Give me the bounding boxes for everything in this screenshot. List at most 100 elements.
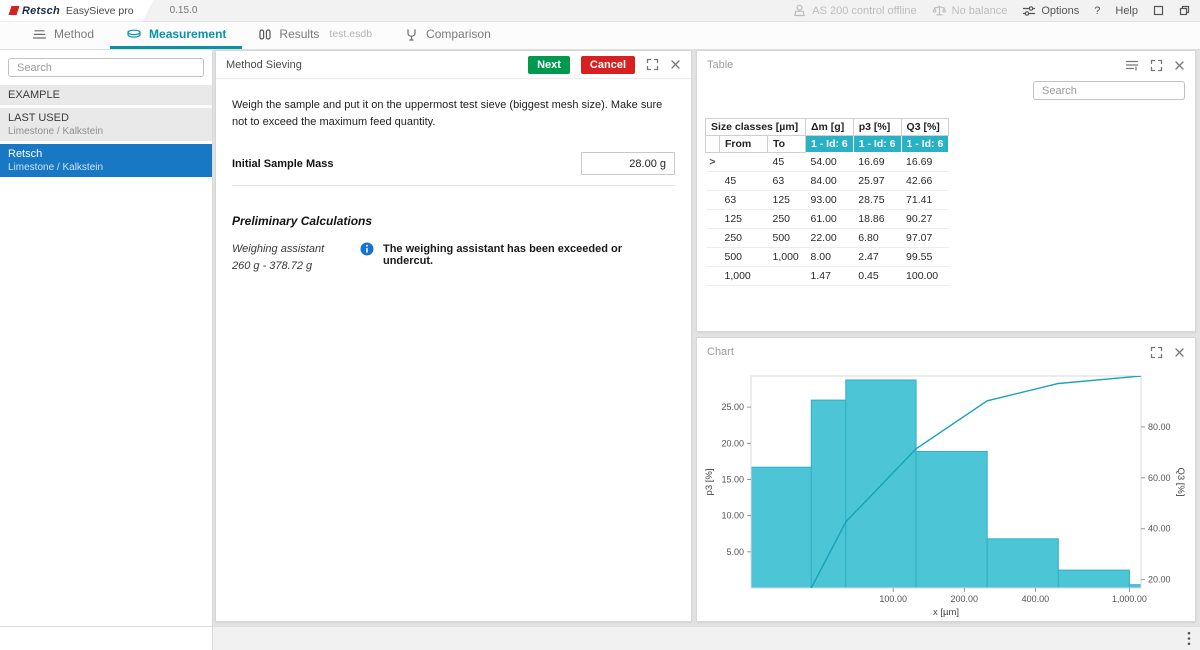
svg-text:20.00: 20.00 bbox=[721, 438, 744, 448]
weighing-assistant-range: 260 g - 378.72 g bbox=[232, 258, 344, 275]
svg-text:60.00: 60.00 bbox=[1148, 473, 1171, 483]
more-options-button[interactable] bbox=[1187, 631, 1191, 646]
table-row[interactable]: > 45 54.00 16.69 16.69 bbox=[706, 153, 949, 172]
svg-text:100.00: 100.00 bbox=[879, 594, 907, 604]
cell-from: 500 bbox=[720, 248, 768, 267]
series-id-cell[interactable]: 1 - Id: 6 bbox=[806, 136, 854, 153]
right-column: Table bbox=[696, 50, 1196, 622]
chart-close-button[interactable] bbox=[1174, 347, 1185, 358]
cell-from: 250 bbox=[720, 229, 768, 248]
table-fullscreen-button[interactable] bbox=[1150, 59, 1163, 72]
col-header-dm[interactable]: Δm [g] bbox=[806, 119, 854, 136]
app-version: 0.15.0 bbox=[170, 5, 198, 16]
svg-text:Q3 [%]: Q3 [%] bbox=[1175, 467, 1186, 496]
method-close-button[interactable] bbox=[670, 59, 681, 70]
chart-fullscreen-button[interactable] bbox=[1150, 346, 1163, 359]
cell-to: 45 bbox=[768, 153, 806, 172]
tab-measurement[interactable]: Measurement bbox=[110, 22, 242, 49]
row-selector-marker[interactable] bbox=[706, 172, 720, 191]
tab-results[interactable]: Results test.esdb bbox=[242, 22, 388, 49]
logo-tab: Retsch EasySieve pro bbox=[0, 0, 154, 22]
weighing-warning: The weighing assistant has been exceeded… bbox=[360, 241, 675, 275]
initial-sample-mass-input[interactable] bbox=[581, 152, 675, 175]
options-button[interactable]: Options bbox=[1022, 5, 1079, 17]
tab-comparison[interactable]: Comparison bbox=[388, 22, 507, 49]
table-row[interactable]: 250 500 22.00 6.80 97.07 bbox=[706, 229, 949, 248]
col-header-from[interactable]: From bbox=[720, 136, 768, 153]
table-options-button[interactable] bbox=[1125, 59, 1139, 71]
col-header-p3[interactable]: p3 [%] bbox=[853, 119, 901, 136]
selector-column-header bbox=[706, 136, 720, 153]
sieve-machine-icon bbox=[792, 4, 807, 17]
table-row[interactable]: 63 125 93.00 28.75 71.41 bbox=[706, 191, 949, 210]
row-selector-marker[interactable] bbox=[706, 191, 720, 210]
cell-dm: 93.00 bbox=[806, 191, 854, 210]
table-panel-header: Table bbox=[697, 51, 1195, 79]
cell-p3: 16.69 bbox=[853, 153, 901, 172]
window-maximize-icon bbox=[1153, 5, 1164, 16]
row-selector-marker[interactable] bbox=[706, 229, 720, 248]
svg-text:80.00: 80.00 bbox=[1148, 422, 1171, 432]
cancel-button[interactable]: Cancel bbox=[581, 56, 635, 74]
device-status-label: AS 200 control offline bbox=[812, 5, 916, 17]
help-button[interactable]: Help bbox=[1115, 5, 1138, 17]
cell-dm: 22.00 bbox=[806, 229, 854, 248]
sieve-icon bbox=[126, 28, 142, 41]
sidebar-search-input[interactable] bbox=[8, 58, 204, 77]
method-fullscreen-button[interactable] bbox=[646, 58, 659, 71]
cell-q3: 99.55 bbox=[901, 248, 949, 267]
sidebar-item-retsch[interactable]: Retsch Limestone / Kalkstein bbox=[0, 144, 212, 177]
maximize-window-button[interactable] bbox=[1153, 5, 1164, 16]
cell-p3: 25.97 bbox=[853, 172, 901, 191]
table-row[interactable]: 125 250 61.00 18.86 90.27 bbox=[706, 210, 949, 229]
sidebar-item-last-used[interactable]: LAST USED Limestone / Kalkstein bbox=[0, 108, 212, 141]
cell-p3: 6.80 bbox=[853, 229, 901, 248]
bottom-bar-main-section bbox=[213, 627, 1200, 650]
row-selector-marker[interactable] bbox=[706, 248, 720, 267]
balance-status-label: No balance bbox=[952, 5, 1008, 17]
next-button[interactable]: Next bbox=[528, 56, 570, 74]
restore-window-button[interactable] bbox=[1179, 5, 1190, 16]
sidebar: EXAMPLE LAST USED Limestone / Kalkstein … bbox=[0, 50, 213, 626]
sidebar-item-subtitle: Limestone / Kalkstein bbox=[8, 126, 204, 137]
cell-p3: 28.75 bbox=[853, 191, 901, 210]
series-id-cell[interactable]: 1 - Id: 6 bbox=[853, 136, 901, 153]
series-id-cell[interactable]: 1 - Id: 6 bbox=[901, 136, 949, 153]
table-row[interactable]: 500 1,000 8.00 2.47 99.55 bbox=[706, 248, 949, 267]
info-icon bbox=[360, 242, 374, 256]
sidebar-item-example[interactable]: EXAMPLE bbox=[0, 85, 212, 105]
chart-panel-header: Chart bbox=[697, 338, 1195, 366]
cell-dm: 61.00 bbox=[806, 210, 854, 229]
weighing-assistant-label: Weighing assistant bbox=[232, 241, 344, 258]
cell-from bbox=[720, 153, 768, 172]
col-header-q3[interactable]: Q3 [%] bbox=[901, 119, 949, 136]
table-row[interactable]: 45 63 84.00 25.97 42.66 bbox=[706, 172, 949, 191]
cell-q3: 100.00 bbox=[901, 267, 949, 286]
help-shortcut-button[interactable]: ? bbox=[1094, 5, 1100, 17]
tab-results-label: Results bbox=[279, 27, 319, 41]
table-search-row bbox=[697, 79, 1195, 108]
col-header-to[interactable]: To bbox=[768, 136, 806, 153]
method-panel-title: Method Sieving bbox=[226, 59, 302, 71]
method-panel-body: Weigh the sample and put it on the upper… bbox=[216, 79, 691, 293]
row-selector-marker[interactable] bbox=[706, 267, 720, 286]
table-search-input[interactable] bbox=[1033, 81, 1185, 100]
cell-to bbox=[768, 267, 806, 286]
cell-q3: 90.27 bbox=[901, 210, 949, 229]
sidebar-item-title: EXAMPLE bbox=[8, 89, 204, 101]
tab-comparison-label: Comparison bbox=[426, 27, 491, 41]
weighing-assistant-info: Weighing assistant 260 g - 378.72 g bbox=[232, 241, 344, 275]
cell-to: 500 bbox=[768, 229, 806, 248]
cell-to: 63 bbox=[768, 172, 806, 191]
row-selector-marker[interactable]: > bbox=[706, 153, 720, 172]
table-header-row-series: From To 1 - Id: 6 1 - Id: 6 1 - Id: 6 bbox=[706, 136, 949, 153]
row-selector-marker[interactable] bbox=[706, 210, 720, 229]
table-close-button[interactable] bbox=[1174, 60, 1185, 71]
kebab-menu-icon bbox=[1187, 631, 1191, 646]
table-panel-title: Table bbox=[707, 59, 733, 71]
svg-text:400.00: 400.00 bbox=[1022, 594, 1050, 604]
tab-method[interactable]: Method bbox=[16, 22, 110, 49]
table-row[interactable]: 1,000 1.47 0.45 100.00 bbox=[706, 267, 949, 286]
sidebar-item-title: LAST USED bbox=[8, 112, 204, 124]
cell-from: 45 bbox=[720, 172, 768, 191]
